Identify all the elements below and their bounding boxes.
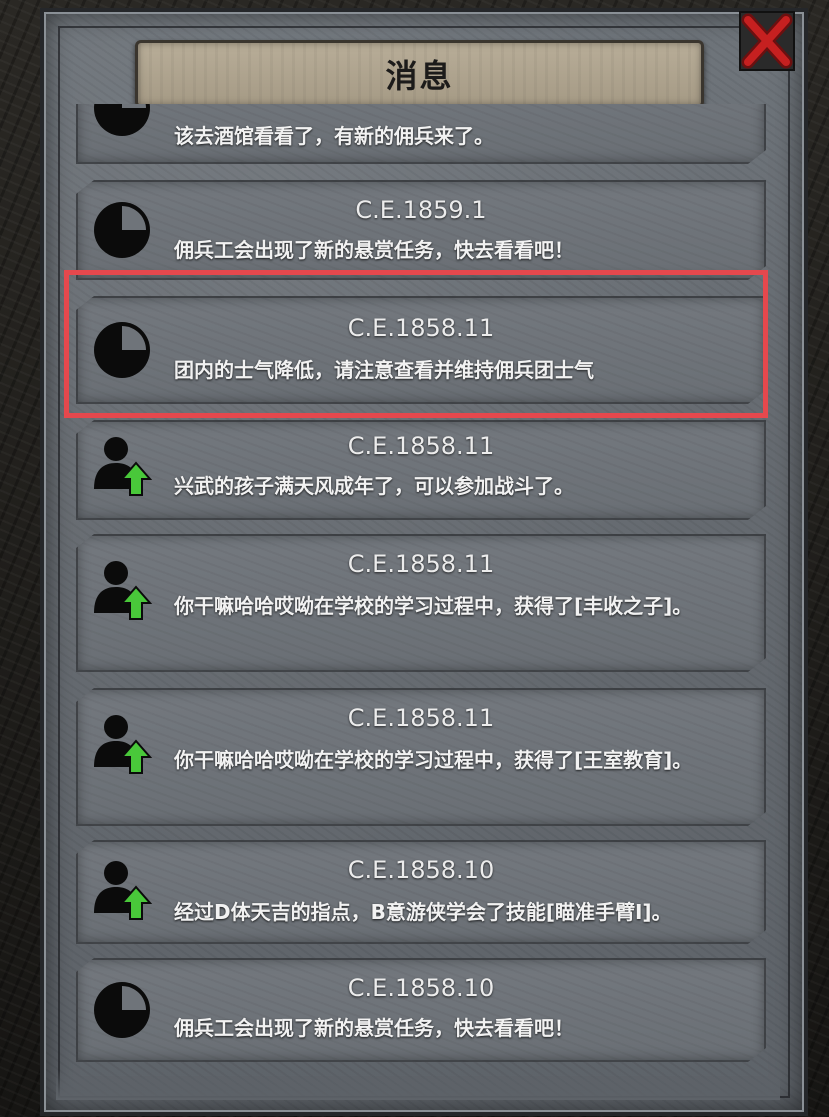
list-bottom-fade <box>56 1070 780 1100</box>
message-item-highlighted[interactable]: C.E.1858.11 团内的士气降低，请注意查看并维持佣兵团士气 <box>76 296 766 404</box>
dialog-title: 消息 <box>385 57 454 95</box>
message-date: C.E.1858.10 <box>347 856 495 884</box>
message-text: 团内的士气降低，请注意查看并维持佣兵团士气 <box>174 358 594 382</box>
message-item[interactable]: C.E.1858.10 经过D体天吉的指点，B意游侠学会了技能[瞄准手臂I]。 <box>76 840 766 944</box>
message-text: 兴武的孩子满天风成年了，可以参加战斗了。 <box>174 474 574 498</box>
message-text: 佣兵工会出现了新的悬赏任务，快去看看吧！ <box>174 1016 574 1040</box>
close-button[interactable] <box>736 6 798 76</box>
message-item[interactable]: C.E.1858.11 兴武的孩子满天风成年了，可以参加战斗了。 <box>76 420 766 520</box>
message-text: 你干嘛哈哈哎呦在学校的学习过程中，获得了[丰收之子]。 <box>174 594 693 618</box>
message-item[interactable]: C.E.1859.1 佣兵工会出现了新的悬赏任务，快去看看吧！ <box>76 180 766 280</box>
close-x-icon <box>739 11 795 71</box>
message-date: C.E.1859.1 <box>355 196 487 224</box>
message-item[interactable]: C.E.1858.10 佣兵工会出现了新的悬赏任务，快去看看吧！ <box>76 958 766 1062</box>
message-text: 该去酒馆看看了，有新的佣兵来了。 <box>174 124 494 148</box>
message-date: C.E.1858.11 <box>347 432 495 460</box>
message-date: C.E.1858.11 <box>347 704 495 732</box>
message-date: C.E.1858.10 <box>347 974 495 1002</box>
pie-clock-icon <box>90 104 154 140</box>
message-text: 经过D体天吉的指点，B意游侠学会了技能[瞄准手臂I]。 <box>174 900 672 924</box>
message-list[interactable]: 该去酒馆看看了，有新的佣兵来了。 C.E.1859.1 佣兵工会出现了新的悬赏任… <box>76 104 766 1064</box>
message-date: C.E.1858.11 <box>347 314 495 342</box>
message-text: 你干嘛哈哈哎呦在学校的学习过程中，获得了[王室教育]。 <box>174 748 693 772</box>
dialog-title-bar: 消息 <box>135 40 704 108</box>
message-date: C.E.1858.11 <box>347 550 495 578</box>
message-text: 佣兵工会出现了新的悬赏任务，快去看看吧！ <box>174 238 574 262</box>
message-item[interactable]: 该去酒馆看看了，有新的佣兵来了。 <box>76 104 766 164</box>
message-item[interactable]: C.E.1858.11 你干嘛哈哈哎呦在学校的学习过程中，获得了[丰收之子]。 <box>76 534 766 672</box>
message-item[interactable]: C.E.1858.11 你干嘛哈哈哎呦在学校的学习过程中，获得了[王室教育]。 <box>76 688 766 826</box>
